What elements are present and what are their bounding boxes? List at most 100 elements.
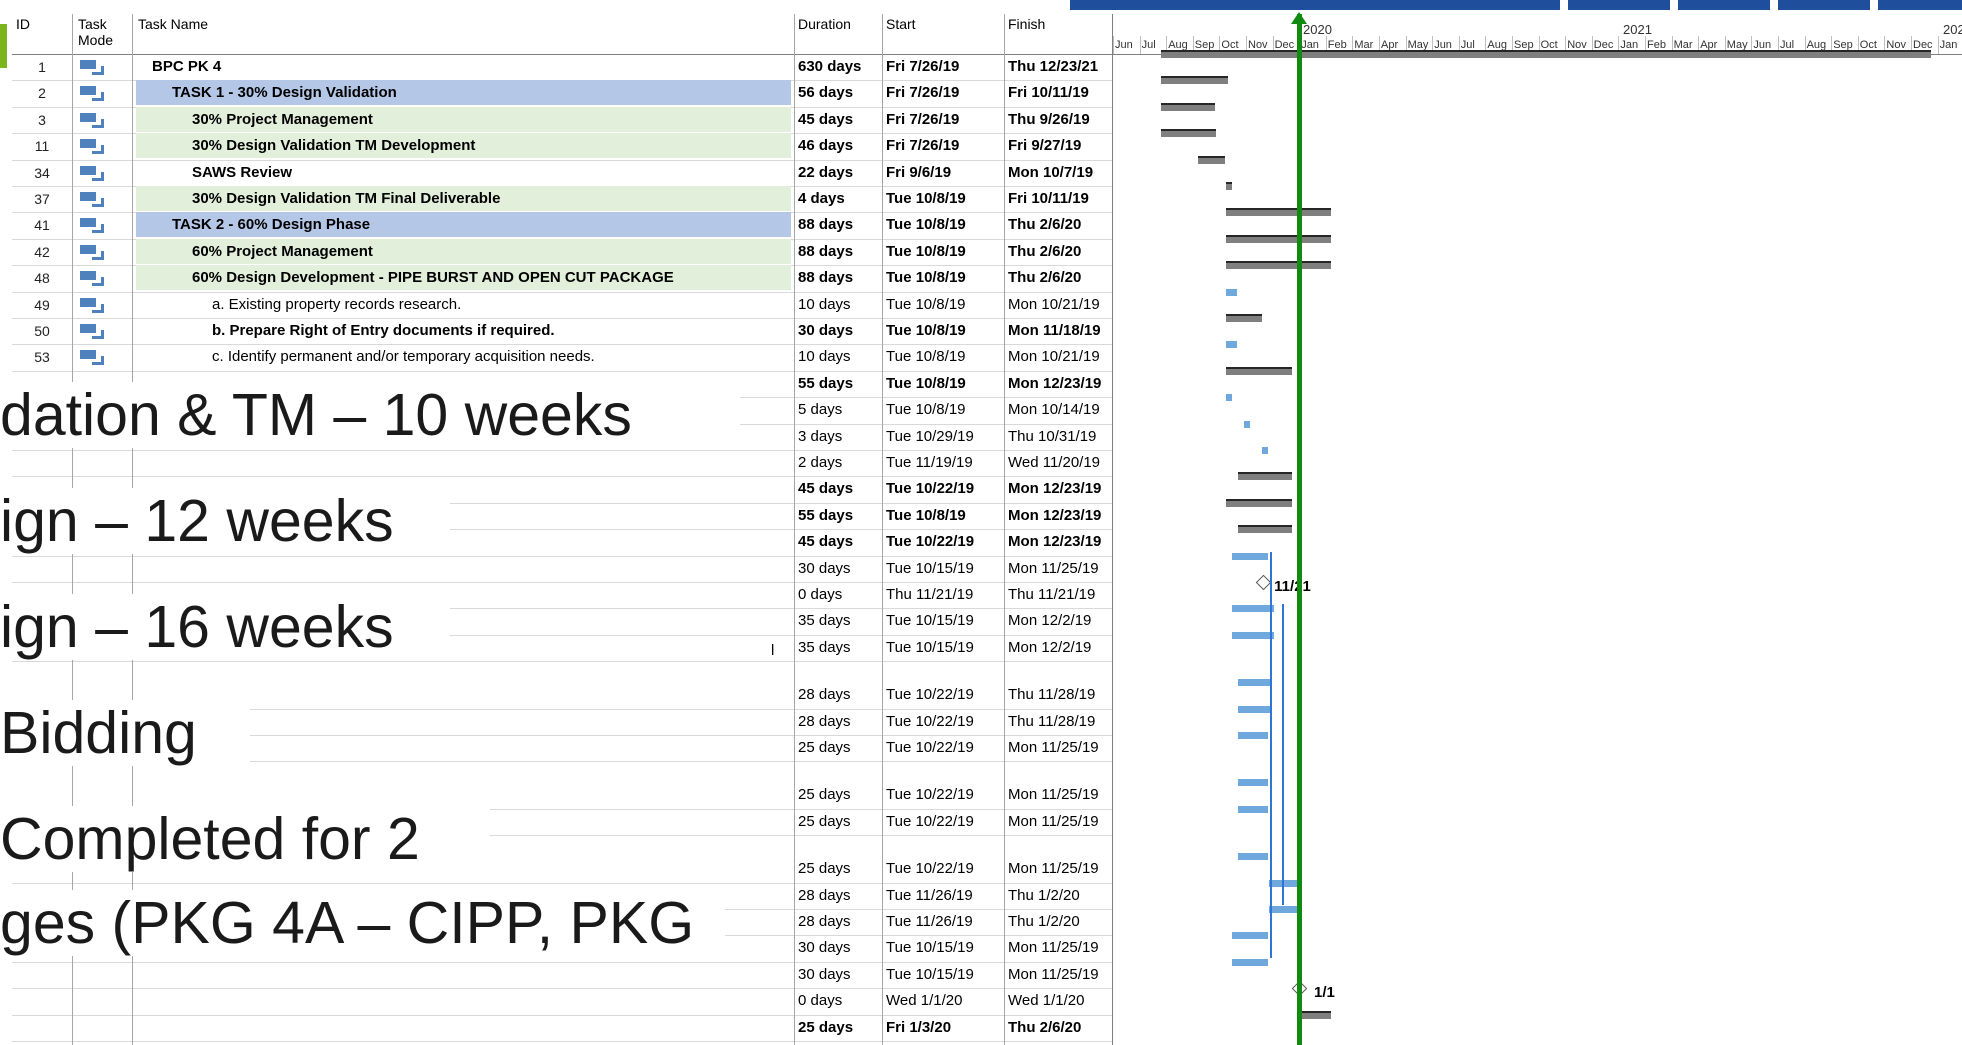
summary-bar[interactable] bbox=[1237, 472, 1293, 481]
table-row[interactable]: 11 30% Design Validation TM Development 46… bbox=[12, 133, 1112, 161]
row-start: Tue 10/8/19 bbox=[886, 374, 966, 392]
table-row[interactable]: 30 days Tue 10/15/19 Mon 11/25/19 bbox=[12, 556, 1112, 583]
row-start: Tue 10/8/19 bbox=[886, 242, 966, 260]
summary-bar[interactable] bbox=[1237, 525, 1293, 534]
row-task-name: c. Identify permanent and/or temporary a… bbox=[136, 344, 791, 370]
summary-bar[interactable] bbox=[1225, 208, 1332, 217]
task-bar[interactable] bbox=[1268, 906, 1301, 913]
row-task-name: 30% Design Validation TM Final Deliverab… bbox=[136, 186, 791, 212]
row-duration: 88 days bbox=[798, 242, 854, 260]
task-bar[interactable] bbox=[1231, 552, 1268, 560]
row-finish: Mon 11/25/19 bbox=[1008, 965, 1099, 983]
table-row[interactable]: 3 30% Project Management 45 days Fri 7/26/1… bbox=[12, 106, 1112, 135]
task-bar[interactable] bbox=[1231, 631, 1274, 639]
month-tick bbox=[1113, 36, 1114, 54]
row-start: Fri 7/26/19 bbox=[886, 84, 960, 102]
timeline-month: Jun bbox=[1115, 39, 1133, 51]
task-bar[interactable] bbox=[1262, 447, 1269, 454]
summary-bar[interactable] bbox=[1225, 366, 1293, 375]
column-divider bbox=[882, 14, 883, 1045]
summary-bar[interactable] bbox=[1197, 155, 1225, 164]
row-finish: Mon 12/2/19 bbox=[1008, 638, 1092, 656]
header-task-mode[interactable]: Task Mode bbox=[78, 16, 118, 48]
row-task-name: b. Prepare Right of Entry documents if r… bbox=[136, 318, 791, 344]
task-mode-cell bbox=[72, 344, 132, 370]
summary-bar[interactable] bbox=[1225, 498, 1293, 507]
header-start[interactable]: Start bbox=[886, 16, 916, 32]
table-row[interactable]: 0 days Wed 1/1/20 Wed 1/1/20 bbox=[12, 988, 1112, 1016]
table-row[interactable]: 25 days Fri 1/3/20 Thu 2/6/20 bbox=[12, 1015, 1112, 1042]
task-name-text: a. Existing property records research. bbox=[212, 295, 462, 313]
task-bar[interactable] bbox=[1237, 779, 1268, 787]
table-row[interactable]: 34 SAWS Review 22 days Fri 9/6/19 Mon 10/7/1… bbox=[12, 160, 1112, 187]
table-row[interactable]: 48 60% Design Development - PIPE BURST AN… bbox=[12, 265, 1112, 293]
header-id[interactable]: ID bbox=[16, 16, 30, 32]
table-row[interactable]: 1 BPC PK 4 630 days Fri 7/26/19 Thu 12/23/21 bbox=[12, 54, 1112, 82]
table-row[interactable]: 2 days Tue 11/19/19 Wed 11/20/19 bbox=[12, 450, 1112, 478]
task-bar[interactable] bbox=[1268, 879, 1301, 887]
summary-bar[interactable] bbox=[1225, 234, 1332, 243]
task-bar[interactable] bbox=[1225, 394, 1232, 402]
row-duration: 30 days bbox=[798, 965, 851, 983]
row-finish: Mon 12/23/19 bbox=[1008, 533, 1102, 551]
summary-bar[interactable] bbox=[1225, 314, 1262, 322]
row-finish: Wed 11/20/19 bbox=[1008, 454, 1101, 471]
auto-schedule-icon bbox=[80, 271, 104, 287]
table-row[interactable] bbox=[12, 661, 1112, 682]
table-row[interactable]: 37 30% Design Validation TM Final Deliver… bbox=[12, 186, 1112, 214]
row-id: 41 bbox=[34, 217, 50, 234]
band-divider bbox=[1870, 0, 1878, 10]
table-row[interactable]: 50 b. Prepare Right of Entry documents if… bbox=[12, 318, 1112, 346]
row-duration: 30 days bbox=[798, 322, 854, 339]
row-finish: Mon 11/25/19 bbox=[1008, 786, 1099, 804]
task-bar[interactable] bbox=[1231, 958, 1268, 966]
summary-bar[interactable] bbox=[1225, 182, 1232, 190]
task-bar[interactable] bbox=[1237, 679, 1271, 687]
row-duration: 0 days bbox=[798, 586, 843, 603]
row-task-name: 30% Project Management bbox=[136, 106, 791, 133]
row-start: Fri 7/26/19 bbox=[886, 110, 960, 128]
summary-bar[interactable] bbox=[1161, 102, 1216, 111]
row-duration: 28 days bbox=[798, 886, 851, 904]
table-row[interactable]: 53 c. Identify permanent and/or temporary… bbox=[12, 344, 1112, 372]
summary-bar[interactable] bbox=[1301, 1010, 1332, 1019]
header-duration[interactable]: Duration bbox=[798, 16, 851, 32]
milestone-label: 1/1 bbox=[1314, 984, 1335, 1002]
summary-bar[interactable] bbox=[1225, 261, 1332, 270]
auto-schedule-icon bbox=[80, 112, 104, 128]
task-bar[interactable] bbox=[1225, 288, 1238, 296]
row-id bbox=[12, 962, 72, 988]
task-bar[interactable] bbox=[1237, 732, 1268, 739]
row-start: Tue 10/22/19 bbox=[886, 480, 975, 498]
task-bar[interactable] bbox=[1225, 341, 1238, 349]
table-row[interactable]: 30 days Tue 10/15/19 Mon 11/25/19 bbox=[12, 962, 1112, 990]
row-finish: Thu 11/28/19 bbox=[1008, 686, 1096, 704]
task-name-text: c. Identify permanent and/or temporary a… bbox=[212, 348, 595, 366]
table-row[interactable]: 2 TASK 1 - 30% Design Validation 56 days Fr… bbox=[12, 80, 1112, 108]
task-bar[interactable] bbox=[1244, 420, 1251, 428]
task-bar[interactable] bbox=[1237, 705, 1271, 713]
table-row[interactable]: 42 60% Project Management 88 days Tue 10/8/… bbox=[12, 238, 1112, 267]
task-name-text bbox=[136, 988, 791, 1013]
header-task-name[interactable]: Task Name bbox=[138, 16, 208, 32]
row-finish: Mon 12/23/19 bbox=[1008, 506, 1102, 524]
task-bar[interactable] bbox=[1231, 605, 1274, 613]
task-name-text: BPC PK 4 bbox=[152, 58, 222, 75]
task-bar[interactable] bbox=[1237, 853, 1268, 861]
summary-bar[interactable] bbox=[1161, 76, 1229, 85]
row-finish: Mon 10/14/19 bbox=[1008, 401, 1100, 419]
row-id bbox=[12, 1015, 72, 1041]
task-mode-cell bbox=[72, 292, 132, 318]
task-bar[interactable] bbox=[1237, 805, 1268, 813]
row-start: Tue 10/8/19 bbox=[886, 506, 966, 524]
slide-bullet-6: ges (PKG 4A – CIPP, PKG bbox=[0, 890, 725, 956]
timeline-year: 2021 bbox=[1623, 22, 1652, 37]
header-finish[interactable]: Finish bbox=[1008, 16, 1045, 32]
summary-bar[interactable] bbox=[1161, 129, 1217, 138]
task-bar[interactable] bbox=[1231, 932, 1268, 940]
row-start: Tue 11/26/19 bbox=[886, 913, 973, 930]
table-row[interactable]: 41 TASK 2 - 60% Design Phase 88 days Tue 10… bbox=[12, 212, 1112, 240]
table-row[interactable]: 49 a. Existing property records research.… bbox=[12, 292, 1112, 319]
row-start: Tue 10/22/19 bbox=[886, 786, 974, 804]
summary-bar[interactable] bbox=[1161, 50, 1931, 58]
